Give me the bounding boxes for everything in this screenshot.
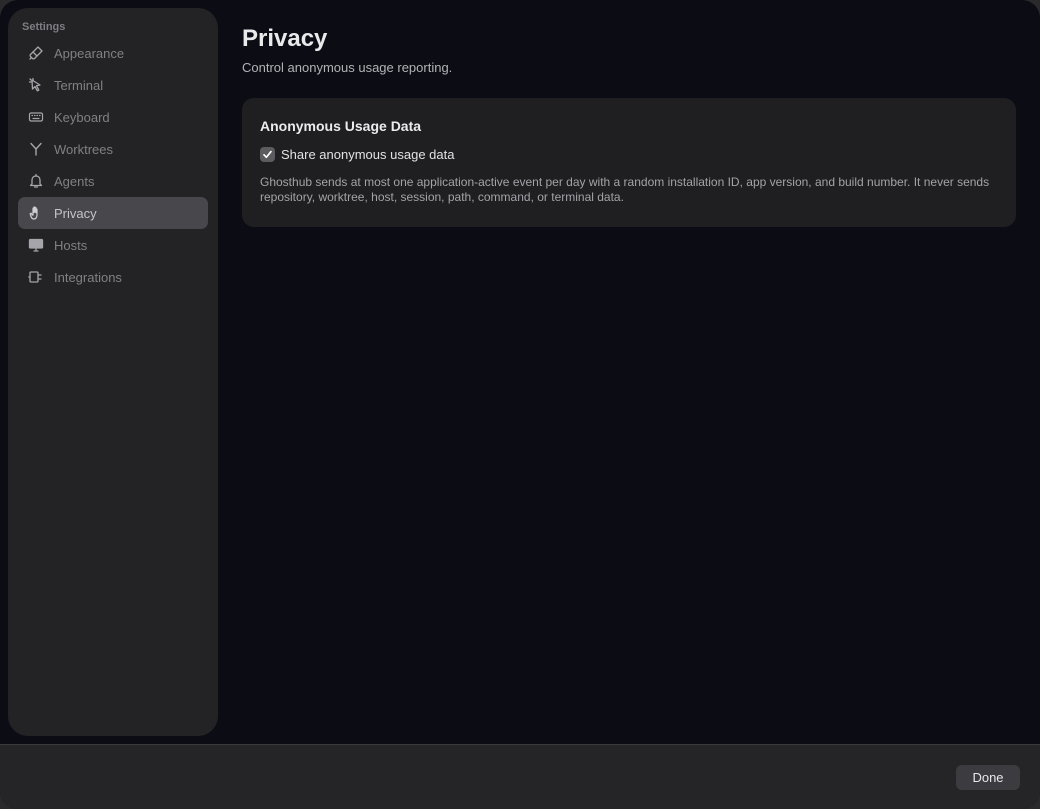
sidebar-item-label: Integrations [54,269,122,285]
paintbrush-icon [27,44,45,62]
page-subtitle: Control anonymous usage reporting. [242,60,453,75]
footer-bar: Done [0,744,1040,809]
sidebar-item-label: Appearance [54,45,125,61]
sidebar-item-privacy[interactable]: Privacy [18,197,208,229]
sidebar-item-label: Hosts [54,237,88,253]
sidebar-item-hosts[interactable]: Hosts [18,229,208,261]
share-usage-checkbox[interactable] [260,147,275,162]
branch-icon [27,140,45,158]
card-title: Anonymous Usage Data [260,118,422,134]
sidebar-item-agents[interactable]: Agents [18,165,208,197]
checkmark-icon [263,150,272,159]
sidebar-list: Appearance Terminal Keyboard Worktrees A… [18,37,208,293]
plug-icon [27,268,45,286]
sidebar: Settings Appearance Terminal Keyboard Wo… [8,8,218,736]
bell-icon [27,172,45,190]
main-content: Privacy Control anonymous usage reportin… [242,20,1016,227]
sidebar-item-worktrees[interactable]: Worktrees [18,133,208,165]
sidebar-item-label: Privacy [54,205,97,221]
sidebar-item-label: Keyboard [54,109,110,125]
sidebar-item-label: Terminal [54,77,104,93]
sidebar-item-label: Worktrees [54,141,113,157]
card-description: Ghosthub sends at most one application-a… [260,175,990,204]
cursor-pointer-icon [27,76,45,94]
sidebar-item-label: Agents [54,173,95,189]
page-title: Privacy [242,25,328,52]
display-icon [27,236,45,254]
keyboard-icon [27,108,45,126]
settings-window: Settings Appearance Terminal Keyboard Wo… [0,0,1040,809]
sidebar-item-terminal[interactable]: Terminal [18,69,208,101]
checkbox-label: Share anonymous usage data [281,147,455,162]
sidebar-item-appearance[interactable]: Appearance [18,37,208,69]
hand-icon [27,204,45,222]
share-usage-checkbox-row[interactable]: Share anonymous usage data [260,147,998,162]
sidebar-item-keyboard[interactable]: Keyboard [18,101,208,133]
done-button[interactable]: Done [956,765,1020,790]
sidebar-heading: Settings [22,21,66,33]
usage-data-card: Anonymous Usage Data Share anonymous usa… [242,98,1016,227]
sidebar-item-integrations[interactable]: Integrations [18,261,208,293]
